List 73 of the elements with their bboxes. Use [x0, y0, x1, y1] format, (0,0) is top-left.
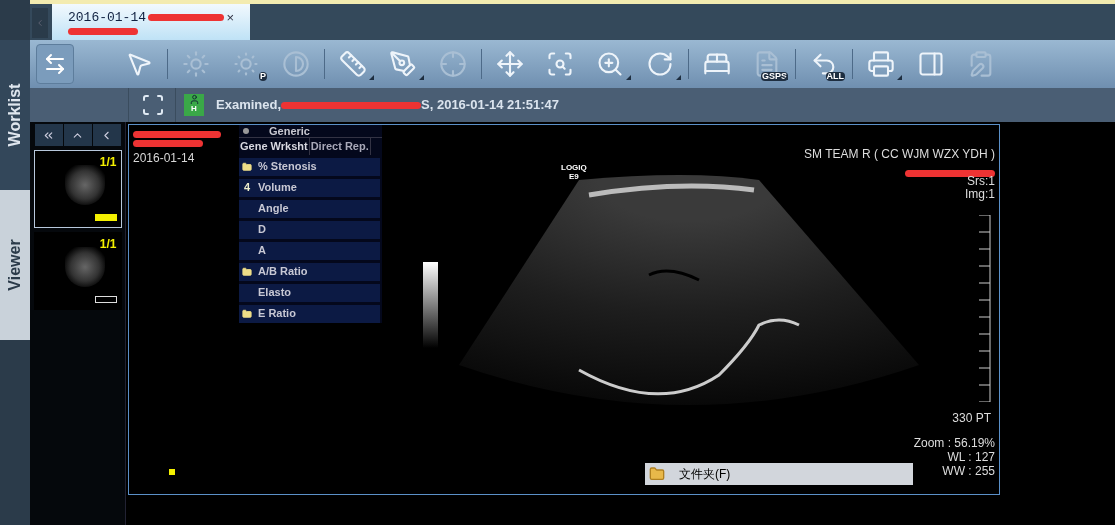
close-button[interactable]: × [226, 8, 234, 28]
depth-text: 330 PT [952, 410, 991, 427]
person-icon [188, 94, 200, 105]
menu-item[interactable]: D [239, 220, 380, 239]
tool-icon [546, 50, 574, 78]
tool-icon [389, 50, 417, 78]
menu-item[interactable]: Elasto [239, 283, 380, 302]
icon-label: P [259, 72, 267, 81]
thumbnail-image [64, 165, 105, 205]
menu-item[interactable]: E Ratio [239, 304, 380, 323]
marker-square [169, 469, 175, 475]
study-date: 2016-01-14 [133, 150, 196, 167]
window-width-text: WW : 255 [942, 465, 995, 478]
image-number-text: Img:1 [965, 186, 995, 203]
menu-tab[interactable]: Gene Wrksht [239, 138, 310, 155]
thumbnail[interactable]: 1/1 [33, 232, 122, 310]
dropdown-corner-icon [626, 75, 631, 80]
redaction-mark [68, 27, 138, 35]
tool-icon [496, 50, 524, 78]
side-tab[interactable]: Viewer [0, 190, 30, 340]
menu-item[interactable]: Angle [239, 199, 380, 218]
tool-icon [282, 50, 310, 78]
probe-label: E9 [569, 172, 579, 181]
tool-icon [917, 50, 945, 78]
icon-label: ALL [825, 72, 845, 81]
folder-icon [242, 308, 252, 319]
window-level-text: WL : 127 [947, 451, 995, 464]
tool-icon [339, 50, 367, 78]
menu-item[interactable]: A/B Ratio [239, 262, 380, 281]
probe-label: LOGIQ [561, 163, 587, 172]
tool-icon [439, 50, 467, 78]
dropdown-corner-icon [783, 75, 788, 80]
menu-item[interactable]: 文件夹(F) [645, 463, 913, 485]
caret-icon [35, 18, 45, 28]
menu-item[interactable]: 4 Volume [239, 178, 380, 197]
dropdown-corner-icon [419, 75, 424, 80]
tool-icon [646, 50, 674, 78]
link-button[interactable] [36, 44, 74, 84]
status-text: Examined, [216, 96, 282, 115]
icon-label: GSPS [761, 72, 788, 81]
menu-tab[interactable]: Direct Rep. [309, 138, 371, 155]
image-count: 1/1 [99, 154, 117, 171]
thumbnail[interactable]: 1/1 [33, 150, 122, 228]
status-text: S, 2016-01-14 21:51:47 [421, 96, 560, 115]
fit-icon [141, 93, 165, 117]
toolbar-button[interactable]: ALL [799, 44, 849, 84]
menu-header: Generic [269, 123, 310, 139]
series-text: Srs:1 [967, 173, 995, 189]
tab-title: 2016-01-14 [68, 9, 146, 27]
folder-icon [649, 466, 665, 482]
thumbnail-image [64, 247, 105, 287]
side-tab[interactable]: Worklist [0, 40, 30, 190]
tool-icon [232, 50, 260, 78]
tool-icon [182, 50, 210, 78]
dropdown-corner-icon [369, 75, 374, 80]
menu-item[interactable]: % Stenosis [239, 157, 380, 176]
institution-text: SM TEAM R ( CC WJM WZX YDH ) [804, 146, 995, 163]
folder-icon [242, 161, 252, 172]
tool-icon [867, 50, 895, 78]
nav-button[interactable] [92, 124, 121, 146]
menu-item[interactable]: A [239, 241, 380, 260]
zoom-text: Zoom : 56.19% [913, 437, 995, 450]
nav-button[interactable] [63, 124, 92, 146]
redaction-mark [133, 140, 203, 147]
study-tab[interactable]: 2016-01-14 × [52, 4, 250, 40]
tool-icon [596, 50, 624, 78]
link-icon [43, 52, 67, 76]
patient-badge: H [184, 94, 204, 116]
dropdown-corner-icon [676, 75, 681, 80]
image-count: 1/1 [99, 236, 117, 253]
nav-button[interactable] [34, 124, 63, 146]
folder-icon [242, 266, 252, 277]
dropdown-corner-icon [897, 75, 902, 80]
